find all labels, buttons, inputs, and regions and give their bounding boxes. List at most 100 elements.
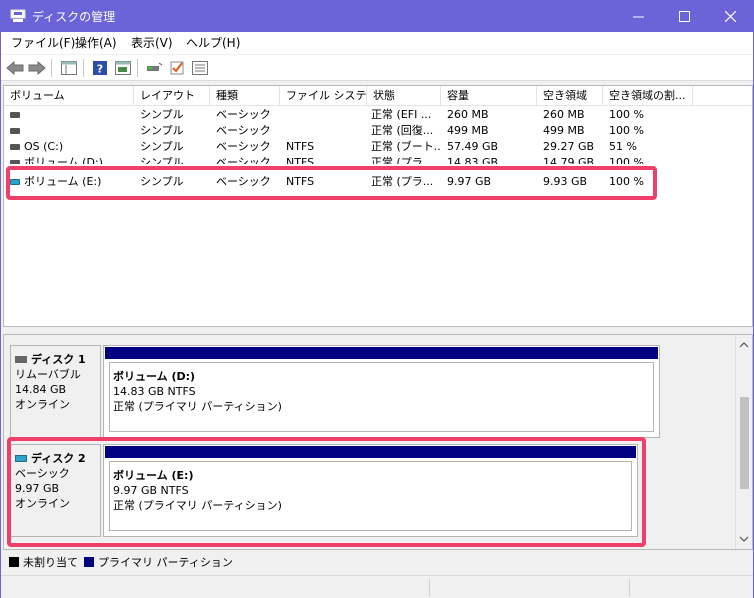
cell-free-space: 9.93 GB	[543, 175, 588, 188]
disk-2-partition[interactable]: ボリューム (E:) 9.97 GB NTFS 正常 (プライマリ パーティショ…	[103, 444, 638, 537]
disk-management-window: ディスクの管理 ファイル(F) 操作(A) 表示(V) ヘルプ(H) ? ボリュ…	[0, 0, 754, 598]
column-header-free-space[interactable]: 空き領域	[537, 86, 603, 106]
column-header-capacity[interactable]: 容量	[441, 86, 537, 106]
forward-button[interactable]	[27, 58, 47, 78]
cell-type: ベーシック	[216, 124, 271, 137]
cell-free-percent: 100 %	[609, 108, 644, 121]
partition-details: ボリューム (D:) 14.83 GB NTFS 正常 (プライマリ パーティシ…	[109, 362, 654, 432]
close-button[interactable]	[707, 1, 753, 32]
cell-free-percent: 51 %	[609, 140, 637, 153]
cell-volume	[4, 107, 134, 123]
column-header-status[interactable]: 状態	[367, 86, 441, 106]
partition-size-fs: 9.97 GB NTFS	[113, 484, 189, 497]
table-row[interactable]: OS (C:) シンプル ベーシック NTFS 正常 (ブート... 57.49…	[4, 139, 752, 155]
partition-details: ボリューム (E:) 9.97 GB NTFS 正常 (プライマリ パーティショ…	[109, 461, 632, 531]
table-row[interactable]: シンプル ベーシック 正常 (回復... 499 MB 499 MB 100 %	[4, 123, 752, 139]
unallocated-swatch	[9, 557, 19, 567]
title-bar[interactable]: ディスクの管理	[1, 1, 753, 32]
cell-status: 正常 (プラ...	[371, 175, 434, 188]
cell-filesystem: NTFS	[286, 175, 315, 188]
disk-1-size: 14.84 GB	[15, 383, 67, 396]
table-row[interactable]: ボリューム (D:) シンプル ベーシック NTFS 正常 (プラ... 14.…	[4, 155, 752, 164]
cell-layout: シンプル	[140, 108, 184, 121]
disk-management-app-icon	[10, 9, 26, 22]
disk-1-partition[interactable]: ボリューム (D:) 14.83 GB NTFS 正常 (プライマリ パーティシ…	[103, 345, 660, 438]
back-arrow-icon	[6, 61, 24, 75]
table-row[interactable]: シンプル ベーシック 正常 (EFI ... 260 MB 260 MB 100…	[4, 107, 752, 123]
disk-2-block: ディスク 2 ベーシック 9.97 GB オンライン ボリューム (E:) 9.…	[10, 444, 660, 537]
column-header-layout[interactable]: レイアウト	[134, 86, 210, 106]
check-button[interactable]	[167, 58, 187, 78]
cell-volume: ボリューム (E:)	[24, 175, 102, 188]
cell-capacity: 14.83 GB	[447, 156, 499, 164]
cell-status: 正常 (EFI ...	[371, 108, 432, 121]
cell-type: ベーシック	[216, 175, 271, 188]
menu-help[interactable]: ヘルプ(H)	[186, 35, 240, 51]
help-icon: ?	[93, 61, 107, 76]
cell-volume: OS (C:)	[24, 140, 64, 153]
window-title: ディスクの管理	[32, 10, 116, 24]
connect-disk-button[interactable]	[144, 58, 164, 78]
maximize-button[interactable]	[661, 1, 707, 32]
column-header-volume[interactable]: ボリューム	[4, 86, 134, 106]
pane-icon	[115, 61, 131, 75]
cell-status: 正常 (プラ...	[371, 156, 434, 164]
table-row[interactable]: ボリューム (E:) シンプル ベーシック NTFS 正常 (プラ... 9.9…	[4, 174, 752, 190]
cell-status: 正常 (回復...	[371, 124, 434, 137]
list-header: ボリューム レイアウト 種類 ファイル システム 状態 容量 空き領域 空き領域…	[4, 86, 752, 106]
properties-icon	[192, 61, 208, 75]
menu-action[interactable]: 操作(A)	[75, 35, 117, 51]
menu-file[interactable]: ファイル(F)	[11, 35, 75, 51]
properties-button[interactable]	[190, 58, 210, 78]
primary-partition-bar	[105, 446, 636, 458]
status-bar	[1, 575, 753, 598]
disk-connect-icon	[147, 62, 163, 71]
cell-capacity: 260 MB	[447, 108, 489, 121]
disk-icon	[15, 455, 27, 462]
action-pane-button[interactable]	[113, 58, 133, 78]
cell-free-space: 499 MB	[543, 124, 585, 137]
maximize-icon	[678, 11, 690, 22]
scroll-up-icon[interactable]	[739, 340, 749, 350]
cell-filesystem: NTFS	[286, 140, 315, 153]
disk-2-info[interactable]: ディスク 2 ベーシック 9.97 GB オンライン	[10, 444, 101, 537]
disk-1-info[interactable]: ディスク 1 リムーバブル 14.84 GB オンライン	[10, 345, 101, 438]
back-button[interactable]	[5, 58, 25, 78]
cell-layout: シンプル	[140, 124, 184, 137]
disk-1-name: ディスク 1	[31, 353, 86, 366]
primary-partition-swatch	[84, 557, 94, 567]
cell-filesystem	[286, 123, 366, 139]
disk-icon	[15, 356, 27, 363]
scroll-down-icon[interactable]	[739, 534, 749, 544]
cell-free-space: 29.27 GB	[543, 140, 595, 153]
disk-1-block: ディスク 1 リムーバブル 14.84 GB オンライン ボリューム (D:) …	[10, 345, 660, 438]
column-header-filesystem[interactable]: ファイル システム	[280, 86, 367, 106]
menu-view[interactable]: 表示(V)	[131, 35, 173, 51]
disk-2-name: ディスク 2	[31, 452, 86, 465]
cell-free-space: 260 MB	[543, 108, 585, 121]
console-tree-icon	[61, 61, 77, 75]
cell-capacity: 57.49 GB	[447, 140, 499, 153]
cell-filesystem	[286, 107, 366, 123]
cell-layout: シンプル	[140, 140, 184, 153]
graph-scrollbar[interactable]	[735, 335, 752, 549]
cell-volume: ボリューム (D:)	[24, 156, 103, 164]
legend-unallocated: 未割り当て	[23, 556, 78, 569]
help-button[interactable]: ?	[90, 58, 110, 78]
disk-1-state: オンライン	[15, 398, 70, 411]
show-tree-button[interactable]	[59, 58, 79, 78]
partition-status: 正常 (プライマリ パーティション)	[113, 400, 282, 413]
column-header-type[interactable]: 種類	[210, 86, 280, 106]
cell-status: 正常 (ブート...	[371, 140, 441, 153]
column-header-free-percent[interactable]: 空き領域の割...	[603, 86, 693, 106]
scrollbar-thumb[interactable]	[740, 397, 749, 489]
cell-capacity: 9.97 GB	[447, 175, 492, 188]
disk-1-kind: リムーバブル	[15, 368, 81, 381]
cell-capacity: 499 MB	[447, 124, 489, 137]
cell-free-percent: 100 %	[609, 124, 644, 137]
close-icon	[724, 11, 736, 22]
partition-size-fs: 14.83 GB NTFS	[113, 385, 196, 398]
cell-type: ベーシック	[216, 108, 271, 121]
minimize-button[interactable]	[615, 1, 661, 32]
disk-2-kind: ベーシック	[15, 467, 70, 480]
